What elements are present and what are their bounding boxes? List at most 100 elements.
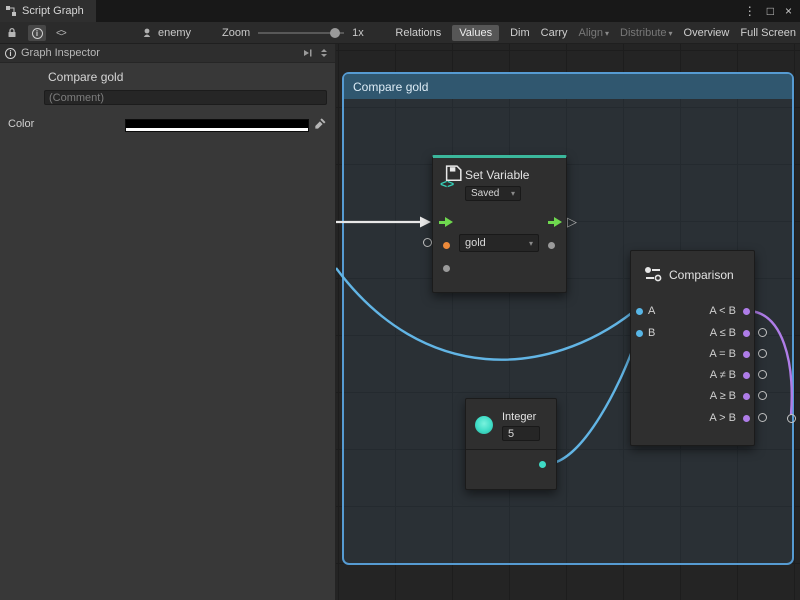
set-variable-icon: <>	[439, 165, 463, 189]
output-port[interactable]	[743, 372, 750, 379]
lock-icon[interactable]	[6, 27, 18, 39]
chevron-down-icon: ▾	[669, 29, 673, 38]
title-bar: Script Graph ⋮ □ ×	[0, 0, 800, 22]
code-preview-icon[interactable]: <>	[56, 28, 66, 39]
variable-name-port[interactable]	[443, 242, 450, 249]
enemy-icon	[141, 27, 153, 39]
output-port[interactable]	[743, 330, 750, 337]
node-title: Set Variable	[465, 168, 529, 182]
unconnected-port[interactable]	[787, 414, 796, 423]
graph-toolbar: i <> enemy Zoom 1x Relations Values Dim …	[0, 22, 800, 44]
chevron-down-icon: ▾	[605, 29, 609, 38]
carry-button[interactable]: Carry	[541, 27, 568, 39]
tab-script-graph[interactable]: Script Graph	[0, 0, 96, 22]
node-title: Integer	[502, 411, 536, 423]
color-field-label: Color	[8, 118, 34, 130]
script-graph-icon	[5, 5, 17, 17]
graph-inspector-panel: i Graph Inspector Compare gold Color	[0, 44, 336, 600]
unconnected-port[interactable]	[758, 413, 767, 422]
tab-title: Script Graph	[22, 5, 84, 17]
flow-input-port[interactable]	[439, 216, 453, 228]
input-port-b[interactable]	[636, 330, 643, 337]
input-port-a[interactable]	[636, 308, 643, 315]
eyedropper-icon[interactable]	[313, 117, 327, 131]
info-icon: i	[32, 28, 43, 39]
info-icon: i	[5, 48, 16, 59]
dock-panel-icon[interactable]	[301, 47, 313, 59]
comparison-row: A ≥ B	[631, 386, 754, 407]
zoom-slider[interactable]	[258, 27, 344, 39]
unconnected-port[interactable]	[423, 238, 432, 247]
zoom-control: Zoom 1x	[222, 22, 364, 44]
svg-text:<>: <>	[440, 177, 454, 189]
comment-input[interactable]	[44, 90, 327, 105]
toolbar-buttons: Relations Values Dim Carry Align▾ Distri…	[395, 22, 796, 44]
values-button[interactable]: Values	[452, 25, 499, 41]
comparison-row: A = B	[631, 344, 754, 365]
graph-target[interactable]: enemy	[141, 22, 191, 44]
integer-icon	[475, 416, 493, 434]
node-comparison[interactable]: Comparison A A < B B A ≤ B A = B A ≠ B	[630, 250, 755, 446]
group-title: Compare gold	[353, 80, 428, 94]
relations-button[interactable]: Relations	[395, 27, 441, 39]
group-header[interactable]: Compare gold	[344, 74, 792, 99]
node-divider	[466, 449, 556, 450]
input-label: B	[648, 327, 655, 339]
node-integer[interactable]: Integer 5	[465, 398, 557, 490]
node-set-variable[interactable]: <> Set Variable Saved ▾ gold ▾	[432, 155, 567, 293]
output-port[interactable]	[743, 308, 750, 315]
integer-output-port[interactable]	[539, 461, 546, 468]
graph-canvas[interactable]: Compare gold ▷ <>	[336, 44, 800, 600]
graph-inspector-title: Graph Inspector	[21, 47, 100, 59]
input-label: A	[648, 305, 655, 317]
inspect-toggle-button[interactable]: i	[28, 25, 46, 41]
node-title: Comparison	[669, 268, 734, 282]
color-swatch[interactable]	[125, 119, 309, 132]
dim-button[interactable]: Dim	[510, 27, 530, 39]
value-output-port[interactable]	[548, 242, 555, 249]
color-alpha-bar	[126, 128, 308, 131]
output-label: A ≠ B	[710, 369, 736, 381]
output-port[interactable]	[743, 415, 750, 422]
unity-script-graph-window: Script Graph ⋮ □ × i <> enemy Zoom	[0, 0, 800, 600]
variable-name-dropdown[interactable]: gold ▾	[459, 234, 539, 252]
output-label: A ≤ B	[710, 327, 736, 339]
zoom-label: Zoom	[222, 27, 250, 39]
output-label: A = B	[709, 348, 736, 360]
unconnected-port[interactable]	[758, 391, 767, 400]
graph-title: Compare gold	[48, 70, 123, 84]
comparison-icon	[643, 264, 663, 284]
output-label: A ≥ B	[710, 390, 736, 402]
value-input-port[interactable]	[443, 265, 450, 272]
flow-output-port[interactable]	[548, 216, 562, 228]
output-port[interactable]	[743, 351, 750, 358]
comparison-row: A ≠ B	[631, 365, 754, 386]
comparison-row: A A < B	[631, 301, 754, 322]
integer-value-field[interactable]: 5	[502, 426, 540, 441]
zoom-value: 1x	[352, 27, 364, 39]
empty-flow-port-icon[interactable]: ▷	[567, 213, 577, 231]
toolbar-left: i <>	[6, 22, 66, 44]
output-label: A < B	[709, 305, 736, 317]
variable-kind-dropdown[interactable]: Saved ▾	[465, 186, 521, 201]
graph-target-label: enemy	[158, 27, 191, 39]
panel-scrub-icon[interactable]	[318, 47, 330, 59]
full-screen-button[interactable]: Full Screen	[740, 27, 796, 39]
align-dropdown[interactable]: Align▾	[579, 27, 609, 39]
chevron-down-icon: ▾	[511, 189, 515, 198]
distribute-dropdown[interactable]: Distribute▾	[620, 27, 672, 39]
zoom-slider-handle[interactable]	[330, 28, 340, 38]
window-menu-icon[interactable]: ⋮	[744, 0, 756, 22]
graph-inspector-header: i Graph Inspector	[0, 44, 335, 63]
overview-button[interactable]: Overview	[684, 27, 730, 39]
close-icon[interactable]: ×	[785, 0, 792, 22]
unconnected-port[interactable]	[758, 370, 767, 379]
output-port[interactable]	[743, 393, 750, 400]
unconnected-port[interactable]	[758, 328, 767, 337]
comparison-row: A > B	[631, 408, 754, 429]
unconnected-port[interactable]	[758, 349, 767, 358]
output-label: A > B	[709, 412, 736, 424]
chevron-down-icon: ▾	[529, 239, 533, 248]
maximize-icon[interactable]: □	[767, 0, 774, 22]
window-controls: ⋮ □ ×	[744, 0, 800, 22]
